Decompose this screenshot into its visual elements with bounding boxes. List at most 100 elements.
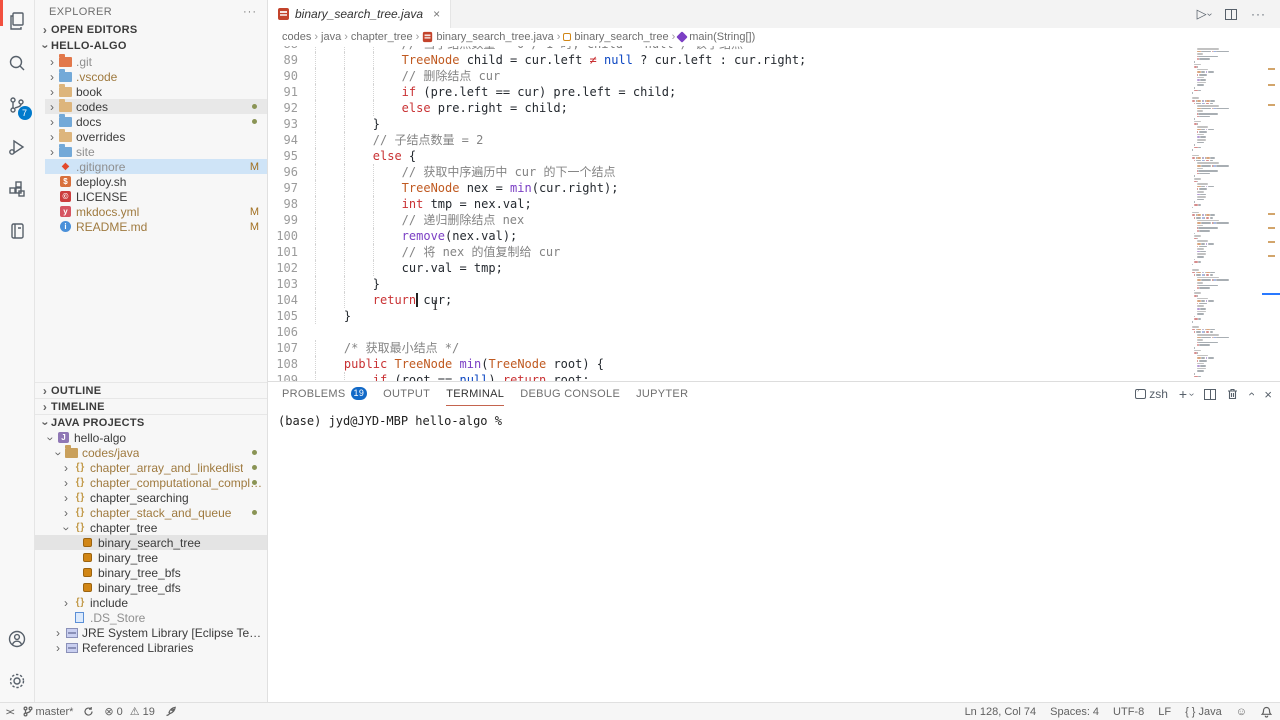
panel-tab-output[interactable]: OUTPUT <box>383 382 430 406</box>
tree-item-site[interactable]: ›site <box>45 144 267 159</box>
split-terminal-button[interactable] <box>1204 389 1216 400</box>
account-icon[interactable] <box>0 618 35 660</box>
kill-terminal-button[interactable] <box>1227 388 1238 400</box>
status-cursor-position[interactable]: Ln 128, Col 74 <box>965 706 1037 718</box>
tab-binary-search-tree[interactable]: binary_search_tree.java × <box>268 0 451 28</box>
section-timeline[interactable]: › TIMELINE <box>35 398 267 414</box>
tree-item-chapter-computational-complexity[interactable]: ›{ }chapter_computational_complexity <box>35 475 267 490</box>
breadcrumb-item[interactable]: main(String[]) <box>678 31 755 43</box>
git-branch-item[interactable]: master* <box>23 706 74 718</box>
tree-item--gitignore[interactable]: ◆.gitignoreM <box>45 159 267 174</box>
tree-item-license[interactable]: ©LICENSE <box>45 189 267 204</box>
breadcrumb-separator: › <box>416 31 420 43</box>
item-label: .git <box>76 55 92 69</box>
folder-icon <box>59 100 72 113</box>
minimap[interactable] <box>1190 46 1262 381</box>
open-editors-label: OPEN EDITORS <box>51 24 138 36</box>
library-icon <box>65 626 78 639</box>
section-root-folder[interactable]: › HELLO-ALGO <box>35 38 267 54</box>
problems-item[interactable]: ⊗0 ⚠19 <box>104 705 154 718</box>
tree-item-binary-tree-dfs[interactable]: binary_tree_dfs <box>35 580 267 595</box>
code-line-105: 105 } <box>268 308 1190 324</box>
tree-item-include[interactable]: ›{ }include <box>35 595 267 610</box>
maximize-panel-button[interactable]: › <box>1244 392 1258 396</box>
bottom-panel: PROBLEMS19 OUTPUT TERMINAL DEBUG CONSOLE JUP… <box>268 381 1280 702</box>
notifications-bell-icon[interactable] <box>1261 706 1272 718</box>
tree-item-chapter-array-and-linkedlist[interactable]: ›{ }chapter_array_and_linkedlist <box>35 460 267 475</box>
item-label: overrides <box>76 130 125 144</box>
sync-button[interactable] <box>83 706 94 717</box>
item-label: chapter_tree <box>90 521 157 535</box>
tree-item-binary-search-tree[interactable]: binary_search_tree <box>35 535 267 550</box>
breadcrumb-item[interactable]: codes <box>282 31 311 43</box>
tree-item-chapter-searching[interactable]: ›{ }chapter_searching <box>35 490 267 505</box>
java-lightweight-mode[interactable] <box>165 706 177 717</box>
status-language-mode[interactable]: { } Java <box>1185 706 1222 718</box>
license-icon: © <box>59 190 72 203</box>
run-button[interactable]: ▷› <box>1197 6 1211 22</box>
close-panel-button[interactable]: × <box>1264 387 1272 402</box>
status-indentation[interactable]: Spaces: 4 <box>1050 706 1099 718</box>
terminal-prompt: (base) jyd@JYD-MBP hello-algo % <box>278 414 502 428</box>
tree-item-codes[interactable]: ›codes <box>45 99 267 114</box>
breadcrumb-item[interactable]: binary_search_tree.java <box>422 31 553 43</box>
remote-indicator[interactable]: >< <box>6 707 13 717</box>
tree-item-jre-system-library-eclipse-temurin-17-17-[interactable]: ›JRE System Library [Eclipse Temurin 17 … <box>35 625 267 640</box>
shell-selector[interactable]: zsh <box>1135 387 1168 401</box>
more-actions-icon[interactable]: ··· <box>243 6 257 18</box>
tree-item-chapter-tree[interactable]: ›{ }chapter_tree <box>35 520 267 535</box>
line-number: 98 <box>268 196 315 212</box>
breadcrumb-item[interactable]: binary_search_tree <box>563 31 668 43</box>
breadcrumb-item[interactable]: java <box>321 31 341 43</box>
status-eol[interactable]: LF <box>1158 706 1171 718</box>
tree-item-mkdocs-yml[interactable]: ymkdocs.ymlM <box>45 204 267 219</box>
code-editor[interactable]: 88 // 当子结点数量 = 0 / 1 时, child = null / 该… <box>268 46 1280 381</box>
section-java-projects[interactable]: › JAVA PROJECTS <box>35 414 267 430</box>
chevron-down-icon: › <box>39 41 53 53</box>
search-icon[interactable] <box>0 42 35 84</box>
extensions-icon[interactable] <box>0 168 35 210</box>
status-encoding[interactable]: UTF-8 <box>1113 706 1144 718</box>
tree-item-binary-tree-bfs[interactable]: binary_tree_bfs <box>35 565 267 580</box>
tree-item-binary-tree[interactable]: binary_tree <box>35 550 267 565</box>
section-open-editors[interactable]: › OPEN EDITORS <box>35 22 267 38</box>
breadcrumb-item[interactable]: chapter_tree <box>351 31 413 43</box>
tree-item-readme-md[interactable]: iREADME.mdM <box>45 219 267 234</box>
close-icon[interactable]: × <box>433 7 440 21</box>
notebook-icon[interactable] <box>0 210 35 252</box>
new-terminal-button[interactable]: +› <box>1179 386 1194 402</box>
panel-tab-problems[interactable]: PROBLEMS19 <box>282 382 367 406</box>
panel-tab-jupyter[interactable]: JUPYTER <box>636 382 688 406</box>
terminal[interactable]: (base) jyd@JYD-MBP hello-algo % <box>268 406 1280 702</box>
line-number: 109 <box>268 372 315 381</box>
panel-tab-debug-console[interactable]: DEBUG CONSOLE <box>520 382 620 406</box>
feedback-icon[interactable]: ☺ <box>1236 706 1247 718</box>
line-number: 89 <box>268 52 315 68</box>
tree-item-docs[interactable]: ›docs <box>45 114 267 129</box>
tree-item-codes-java[interactable]: ›codes/java <box>35 445 267 460</box>
code-line-104: 104 return cur;I <box>268 292 1190 308</box>
source-control-icon[interactable]: 7 <box>0 84 35 126</box>
explorer-icon[interactable] <box>0 0 35 42</box>
item-label: .vscode <box>76 70 117 84</box>
tree-item--git[interactable]: ›.git <box>45 54 267 69</box>
text-cursor <box>416 293 418 307</box>
sidebar-title: EXPLORER <box>49 6 112 18</box>
more-actions-icon[interactable]: ··· <box>1251 7 1266 21</box>
tree-item-deploy-sh[interactable]: $deploy.sh <box>45 174 267 189</box>
tree-item-hello-algo[interactable]: ›Jhello-algo <box>35 430 267 445</box>
tree-item-referenced-libraries[interactable]: ›Referenced Libraries <box>35 640 267 655</box>
split-editor-button[interactable] <box>1225 9 1237 20</box>
tree-item-book[interactable]: ›book <box>45 84 267 99</box>
code-line-106: 106 <box>268 324 1190 340</box>
breadcrumb-label: binary_search_tree <box>574 31 668 43</box>
tree-item--vscode[interactable]: ›.vscode <box>45 69 267 84</box>
section-outline[interactable]: › OUTLINE <box>35 382 267 398</box>
run-debug-icon[interactable] <box>0 126 35 168</box>
chevron-down-icon: › <box>52 446 66 460</box>
settings-icon[interactable] <box>0 660 35 702</box>
panel-tab-terminal[interactable]: TERMINAL <box>446 382 504 406</box>
tree-item--ds-store[interactable]: .DS_Store <box>35 610 267 625</box>
tree-item-overrides[interactable]: ›overrides <box>45 129 267 144</box>
tree-item-chapter-stack-and-queue[interactable]: ›{ }chapter_stack_and_queue <box>35 505 267 520</box>
